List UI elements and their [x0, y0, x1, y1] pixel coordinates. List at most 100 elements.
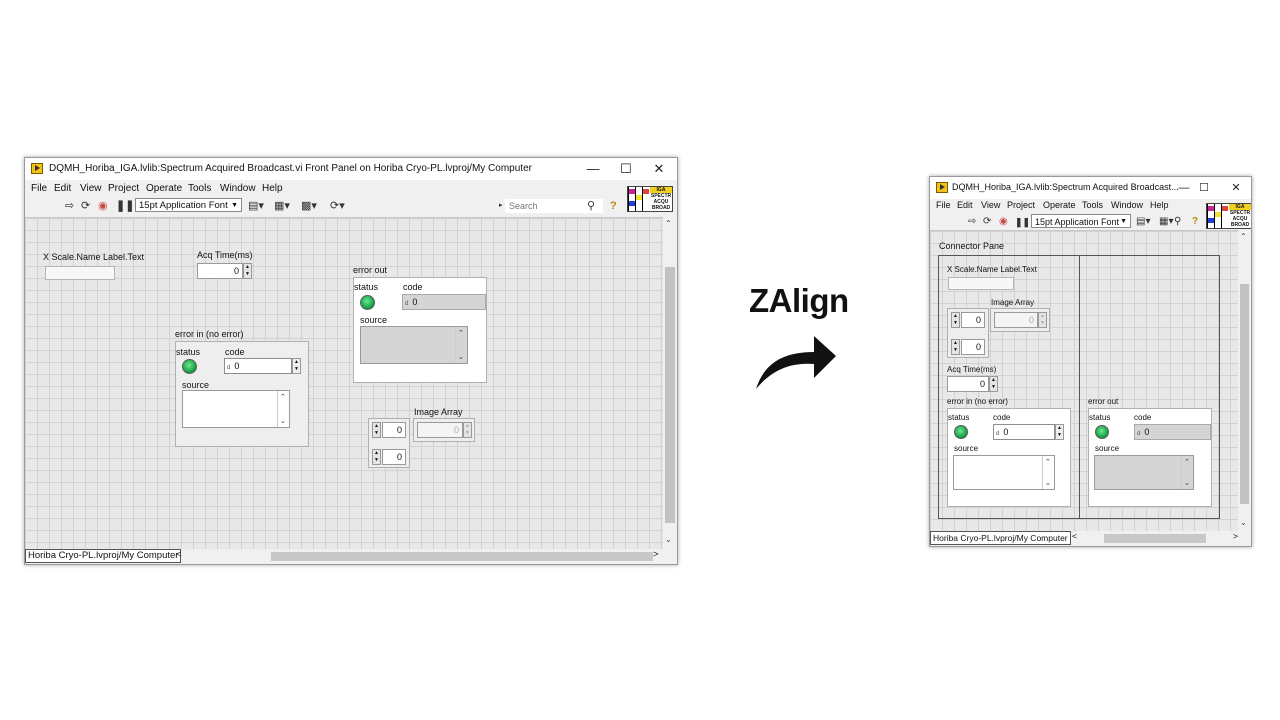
- menu-window[interactable]: Window: [1111, 200, 1143, 210]
- increment-decrement-icon[interactable]: ▲ ▼: [951, 312, 960, 328]
- run-arrow-icon[interactable]: ⇨: [968, 215, 976, 229]
- code-control[interactable]: d 0 ▲ ▼: [224, 358, 301, 374]
- chevron-down-icon[interactable]: ⌄: [458, 353, 464, 361]
- menu-edit[interactable]: Edit: [957, 200, 973, 210]
- index-value[interactable]: 0: [961, 339, 985, 355]
- vi-icon-logo[interactable]: IGA SPECTR ACQU BROAD: [627, 186, 673, 212]
- run-continuously-icon[interactable]: ⟳: [983, 215, 991, 229]
- search-icon[interactable]: ⚲: [1174, 215, 1181, 229]
- abort-icon[interactable]: ◉: [98, 199, 108, 213]
- acq-time-control[interactable]: 0 ▲ ▼: [947, 376, 999, 392]
- chevron-left-icon[interactable]: <: [1072, 531, 1077, 541]
- menu-project[interactable]: Project: [108, 183, 139, 194]
- scroll-thumb[interactable]: [665, 267, 675, 523]
- project-path[interactable]: Horiba Cryo-PL.lvproj/My Computer: [930, 531, 1071, 545]
- chevron-right-icon[interactable]: >: [1233, 531, 1238, 541]
- array-value[interactable]: 0: [994, 312, 1038, 328]
- context-help-icon[interactable]: ?: [610, 199, 617, 213]
- vertical-scrollbar[interactable]: ⌃ ⌄: [663, 217, 677, 548]
- menu-file[interactable]: File: [31, 183, 47, 194]
- menu-help[interactable]: Help: [1150, 200, 1169, 210]
- status-led-icon[interactable]: [182, 359, 197, 374]
- increment-decrement-icon[interactable]: ▲ ▼: [463, 422, 472, 438]
- array-element-control[interactable]: 0 ▲ ▼: [994, 312, 1048, 328]
- search-icon[interactable]: ⚲: [587, 199, 595, 213]
- menu-view[interactable]: View: [80, 183, 102, 194]
- align-objects-icon[interactable]: ▤▾: [248, 199, 264, 213]
- chevron-down-icon[interactable]: ⌄: [280, 417, 286, 425]
- menu-operate[interactable]: Operate: [1043, 200, 1076, 210]
- chevron-up-icon[interactable]: ⌃: [1240, 232, 1247, 241]
- chevron-up-icon[interactable]: ⌃: [665, 219, 672, 228]
- array-element-control[interactable]: 0 ▲ ▼: [417, 422, 473, 438]
- acq-time-value[interactable]: 0: [947, 376, 989, 392]
- chevron-down-icon[interactable]: ⌄: [665, 535, 672, 544]
- scrollbar[interactable]: ⌃ ⌄: [1042, 456, 1054, 489]
- front-panel-canvas[interactable]: X Scale.Name Label.Text Acq Time(ms) 0 ▲…: [25, 217, 663, 549]
- increment-decrement-icon[interactable]: ▲ ▼: [372, 449, 381, 465]
- array-value[interactable]: 0: [417, 422, 463, 438]
- array-index-2[interactable]: ▲ ▼ 0: [372, 449, 408, 465]
- chevron-up-icon[interactable]: ⌃: [458, 329, 464, 337]
- distribute-objects-icon[interactable]: ▦▾: [1159, 215, 1173, 229]
- menu-tools[interactable]: Tools: [188, 183, 211, 194]
- distribute-objects-icon[interactable]: ▦▾: [274, 199, 290, 213]
- array-index-2[interactable]: ▲ ▼ 0: [951, 339, 987, 355]
- horizontal-scroll-thumb[interactable]: [1104, 534, 1206, 543]
- scroll-thumb[interactable]: [1240, 284, 1249, 504]
- project-path[interactable]: Horiba Cryo-PL.lvproj/My Computer: [25, 549, 182, 563]
- search-expand-icon[interactable]: ▸: [499, 199, 503, 213]
- font-select[interactable]: 15pt Application Font ▼: [135, 198, 242, 212]
- increment-decrement-icon[interactable]: ▲ ▼: [1055, 424, 1064, 440]
- font-select[interactable]: 15pt Application Font ▼: [1031, 214, 1131, 228]
- index-value[interactable]: 0: [382, 422, 406, 438]
- x-scale-string-control[interactable]: [45, 266, 115, 280]
- x-scale-string-control[interactable]: [948, 277, 1014, 290]
- index-value[interactable]: 0: [382, 449, 406, 465]
- increment-decrement-icon[interactable]: ▲ ▼: [372, 422, 381, 438]
- acq-time-value[interactable]: 0: [197, 263, 243, 279]
- scrollbar[interactable]: ⌃ ⌄: [455, 327, 467, 363]
- source-control[interactable]: ⌃ ⌄: [953, 455, 1055, 490]
- increment-decrement-icon[interactable]: ▲ ▼: [243, 263, 252, 279]
- chevron-down-icon[interactable]: ⌄: [1240, 518, 1247, 527]
- run-arrow-icon[interactable]: ⇨: [65, 199, 74, 213]
- front-panel-canvas[interactable]: Connector Pane X Scale.Name Label.Text I…: [930, 230, 1238, 531]
- vertical-scrollbar[interactable]: ⌃ ⌄: [1238, 230, 1251, 530]
- increment-decrement-icon[interactable]: ▲ ▼: [292, 358, 301, 374]
- acq-time-control[interactable]: 0 ▲ ▼: [197, 263, 253, 279]
- array-index-1[interactable]: ▲ ▼ 0: [372, 422, 408, 438]
- index-value[interactable]: 0: [961, 312, 985, 328]
- pause-icon[interactable]: ❚❚: [116, 199, 134, 213]
- chevron-up-icon[interactable]: ⌃: [1045, 458, 1051, 466]
- chevron-down-icon[interactable]: ⌄: [1045, 479, 1051, 487]
- menu-view[interactable]: View: [981, 200, 1000, 210]
- menu-file[interactable]: File: [936, 200, 951, 210]
- close-icon[interactable]: ✕: [1225, 179, 1247, 197]
- close-icon[interactable]: ✕: [645, 160, 673, 178]
- increment-decrement-icon[interactable]: ▲ ▼: [989, 376, 998, 392]
- menu-edit[interactable]: Edit: [54, 183, 71, 194]
- image-array-control[interactable]: ▲ ▼ 0 ▲ ▼ 0: [947, 308, 989, 358]
- chevron-down-icon[interactable]: ⌄: [1184, 479, 1190, 487]
- menu-window[interactable]: Window: [220, 183, 256, 194]
- source-control[interactable]: ⌃ ⌄: [182, 390, 290, 428]
- chevron-up-icon[interactable]: ⌃: [280, 393, 286, 401]
- chevron-left-icon[interactable]: <: [176, 549, 182, 560]
- menu-project[interactable]: Project: [1007, 200, 1035, 210]
- status-led-icon[interactable]: [954, 425, 968, 439]
- maximize-icon[interactable]: ☐: [1193, 179, 1215, 197]
- maximize-icon[interactable]: ☐: [612, 160, 640, 178]
- code-control[interactable]: d 0 ▲ ▼: [993, 424, 1064, 440]
- menu-help[interactable]: Help: [262, 183, 283, 194]
- menu-operate[interactable]: Operate: [146, 183, 182, 194]
- horizontal-scroll-thumb[interactable]: [271, 552, 653, 561]
- chevron-up-icon[interactable]: ⌃: [1184, 458, 1190, 466]
- resize-objects-icon[interactable]: ▩▾: [301, 199, 317, 213]
- minimize-icon[interactable]: —: [579, 160, 607, 178]
- array-index-1[interactable]: ▲ ▼ 0: [951, 312, 987, 328]
- increment-decrement-icon[interactable]: ▲ ▼: [1038, 312, 1047, 328]
- context-help-icon[interactable]: ?: [1192, 215, 1198, 229]
- chevron-right-icon[interactable]: >: [653, 549, 659, 560]
- align-objects-icon[interactable]: ▤▾: [1136, 215, 1150, 229]
